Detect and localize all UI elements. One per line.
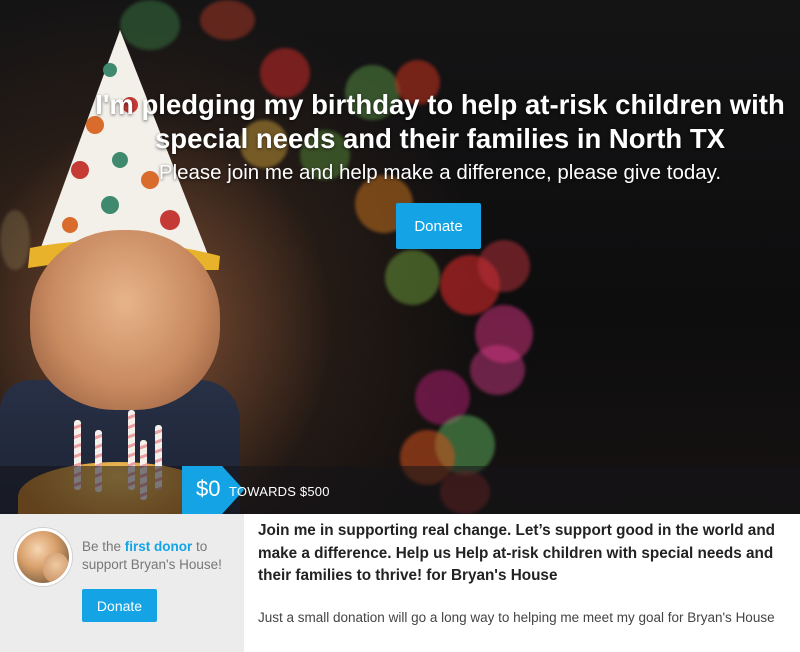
- goal-text: TOWARDS $500: [229, 484, 330, 499]
- first-donor-link[interactable]: first donor: [125, 539, 193, 554]
- first-donor-prompt: Be the first donor to support Bryan's Ho…: [82, 538, 242, 574]
- page-subtitle: Please join me and help make a differenc…: [158, 161, 722, 184]
- hero-banner: I'm pledging my birthday to help at-risk…: [0, 0, 800, 514]
- avatar: [14, 528, 72, 586]
- sidebar-donate-button[interactable]: Donate: [82, 589, 157, 622]
- bokeh-light: [470, 345, 525, 395]
- raised-amount: $0: [196, 476, 221, 501]
- bokeh-light: [478, 240, 530, 292]
- hero-donate-button[interactable]: Donate: [396, 203, 481, 249]
- bokeh-light: [385, 250, 440, 305]
- page-title: I'm pledging my birthday to help at-risk…: [95, 89, 785, 154]
- child-face: [30, 230, 220, 410]
- campaign-heading: Join me in supporting real change. Let’s…: [258, 522, 776, 584]
- campaign-body: Just a small donation will go a long way…: [258, 610, 775, 625]
- progress-strip: [0, 466, 800, 514]
- first-donor-prefix: Be the: [82, 539, 125, 554]
